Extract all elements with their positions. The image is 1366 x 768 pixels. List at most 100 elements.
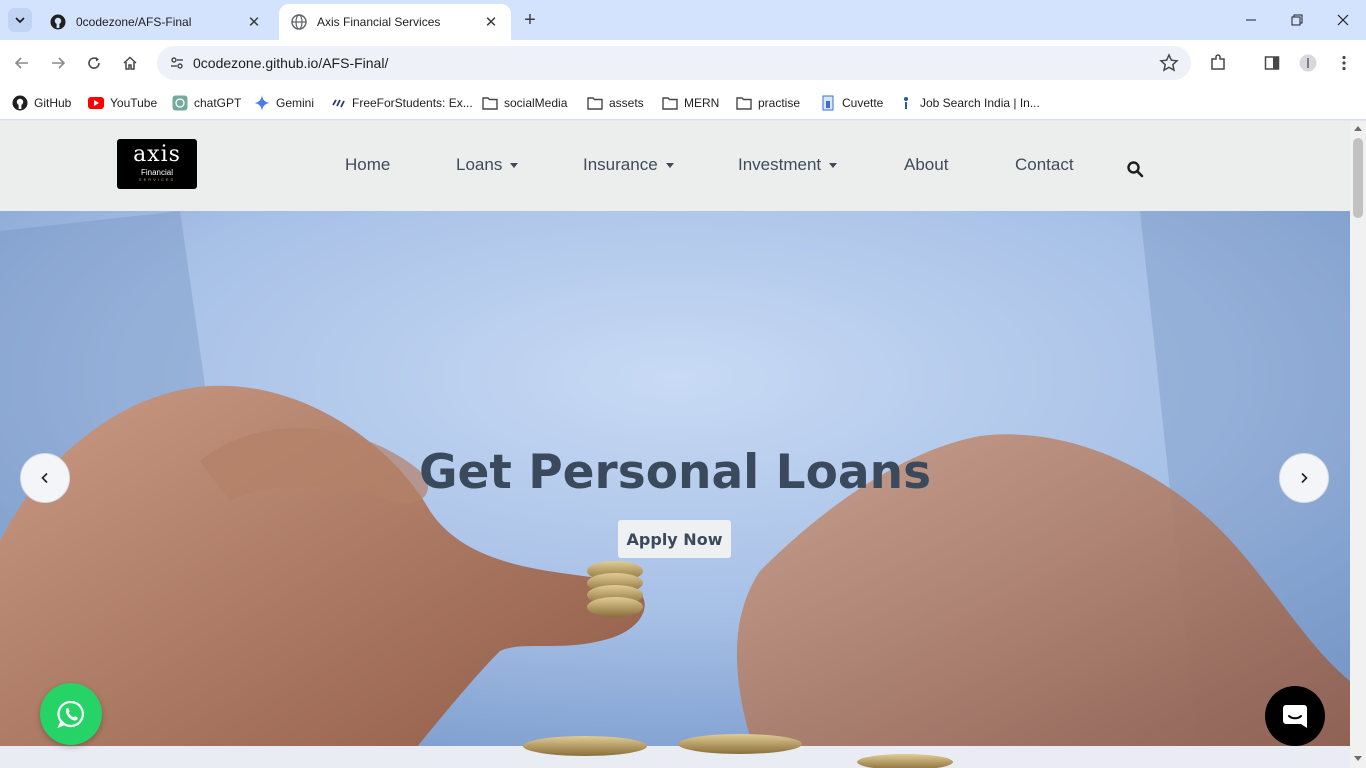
bookmark-label: assets xyxy=(609,96,644,110)
avatar-icon xyxy=(1299,54,1317,72)
address-bar[interactable]: 0codezone.github.io/AFS-Final/ xyxy=(157,46,1191,80)
chevron-down-icon xyxy=(15,17,25,24)
tab-search-dropdown-button[interactable] xyxy=(8,8,32,32)
github-icon xyxy=(12,95,28,111)
bookmark-label: chatGPT xyxy=(194,96,242,110)
extensions-button[interactable] xyxy=(1206,51,1230,75)
close-tab-icon[interactable]: ✕ xyxy=(246,14,262,31)
nav-label: Loans xyxy=(456,155,503,174)
back-button[interactable] xyxy=(10,51,34,75)
nav-home[interactable]: Home xyxy=(345,155,390,175)
bookmark-label: Job Search India | In... xyxy=(920,96,1040,110)
close-window-button[interactable] xyxy=(1320,0,1366,40)
bookmark-label: socialMedia xyxy=(504,96,568,110)
freeforstudents-icon xyxy=(332,99,345,108)
chevron-left-icon xyxy=(41,472,48,484)
restore-icon xyxy=(1291,14,1303,26)
url-text[interactable]: 0codezone.github.io/AFS-Final/ xyxy=(193,55,388,71)
youtube-icon xyxy=(88,97,104,109)
arrow-right-icon xyxy=(52,57,66,69)
bookmark-youtube[interactable]: YouTube xyxy=(88,93,157,113)
bookmark-label: Gemini xyxy=(276,96,315,110)
hero-carousel: Get Personal Loans Apply Now xyxy=(0,211,1350,768)
bookmark-cuvette[interactable]: Cuvette xyxy=(820,93,883,113)
nav-loans-dropdown[interactable]: Loans xyxy=(456,155,519,175)
bookmark-label: FreeForStudents: Ex... xyxy=(352,96,473,110)
page-scrollbar[interactable] xyxy=(1350,121,1366,768)
whatsapp-button[interactable] xyxy=(40,683,102,745)
chevron-right-icon xyxy=(1301,472,1308,484)
minimize-icon xyxy=(1246,19,1256,21)
bookmark-label: YouTube xyxy=(110,96,158,110)
logo-wordmark: axis xyxy=(133,142,181,167)
caret-down-icon xyxy=(510,162,519,168)
bookmark-label: Cuvette xyxy=(842,96,884,110)
nav-insurance-dropdown[interactable]: Insurance xyxy=(583,155,674,175)
bookmark-star-icon[interactable] xyxy=(1159,53,1179,73)
bookmark-folder-socialmedia[interactable]: socialMedia xyxy=(482,93,567,113)
carousel-prev-button[interactable] xyxy=(20,453,70,503)
bookmark-folder-mern[interactable]: MERN xyxy=(662,93,719,113)
tune-icon xyxy=(171,57,183,69)
carousel-next-button[interactable] xyxy=(1279,453,1329,503)
bookmark-freeforstudents[interactable]: FreeForStudents: Ex... xyxy=(330,93,473,113)
bookmark-folder-practise[interactable]: practise xyxy=(736,93,800,113)
bookmark-folder-assets[interactable]: assets xyxy=(587,93,644,113)
profile-button[interactable] xyxy=(1296,51,1320,75)
globe-icon xyxy=(291,14,307,30)
chat-bubble-icon xyxy=(1283,705,1307,728)
whatsapp-icon xyxy=(57,700,84,728)
scrollbar-thumb[interactable] xyxy=(1353,138,1363,218)
browser-tabstrip: 0codezone/AFS-Final ✕ Axis Financial Ser… xyxy=(0,0,1366,40)
side-panel-icon xyxy=(1264,56,1280,70)
forward-button[interactable] xyxy=(46,51,70,75)
bookmark-label: practise xyxy=(758,96,801,110)
reload-button[interactable] xyxy=(82,51,106,75)
side-panel-button[interactable] xyxy=(1260,51,1284,75)
home-button[interactable] xyxy=(118,51,142,75)
folder-icon xyxy=(482,97,498,110)
live-chat-button[interactable] xyxy=(1265,686,1325,746)
chatgpt-icon xyxy=(172,95,188,111)
bookmark-chatgpt[interactable]: chatGPT xyxy=(172,93,241,113)
bookmark-indeed[interactable]: Job Search India | In... xyxy=(898,93,1040,113)
folder-icon xyxy=(736,97,752,110)
axis-logo[interactable]: axis Financial SERVICES xyxy=(117,139,197,189)
site-navbar: axis Financial SERVICES Home Loans Insur… xyxy=(0,121,1350,211)
new-tab-button[interactable]: + xyxy=(518,8,542,32)
logo-tagline: SERVICES xyxy=(138,177,176,182)
nav-contact[interactable]: Contact xyxy=(1015,155,1074,175)
github-icon xyxy=(50,14,66,30)
cuvette-icon xyxy=(822,95,834,111)
scroll-up-arrow-icon[interactable] xyxy=(1354,126,1362,131)
caret-down-icon xyxy=(665,162,674,168)
search-icon[interactable] xyxy=(1126,160,1144,178)
minimize-button[interactable] xyxy=(1228,0,1274,40)
restore-button[interactable] xyxy=(1274,0,1320,40)
nav-investment-dropdown[interactable]: Investment xyxy=(738,155,838,175)
tab-title: 0codezone/AFS-Final xyxy=(76,15,192,29)
folder-icon xyxy=(587,97,603,110)
nav-label: Insurance xyxy=(583,155,658,174)
logo-subtitle: Financial xyxy=(140,168,173,177)
tab-github[interactable]: 0codezone/AFS-Final ✕ xyxy=(38,4,274,40)
nav-label: About xyxy=(904,155,949,174)
kebab-menu-icon xyxy=(1342,55,1346,71)
home-icon xyxy=(123,56,137,70)
indeed-icon xyxy=(904,97,908,109)
nav-label: Contact xyxy=(1015,155,1074,174)
tab-axis-financial[interactable]: Axis Financial Services ✕ xyxy=(279,4,511,40)
scroll-down-arrow-icon[interactable] xyxy=(1354,756,1362,761)
bookmark-gemini[interactable]: Gemini xyxy=(254,93,314,113)
bookmarks-bar: GitHub YouTube chatGPT Gemini FreeForStu… xyxy=(0,86,1366,120)
puzzle-icon xyxy=(1211,54,1225,70)
caret-down-icon xyxy=(829,162,838,168)
bookmark-github[interactable]: GitHub xyxy=(12,93,71,113)
bookmark-label: GitHub xyxy=(34,96,72,110)
hero-headline: Get Personal Loans xyxy=(418,445,932,500)
apply-now-button[interactable]: Apply Now xyxy=(618,520,731,558)
site-info-button[interactable] xyxy=(165,51,189,75)
close-tab-icon[interactable]: ✕ xyxy=(483,14,499,31)
nav-about[interactable]: About xyxy=(904,155,948,175)
menu-button[interactable] xyxy=(1332,51,1356,75)
